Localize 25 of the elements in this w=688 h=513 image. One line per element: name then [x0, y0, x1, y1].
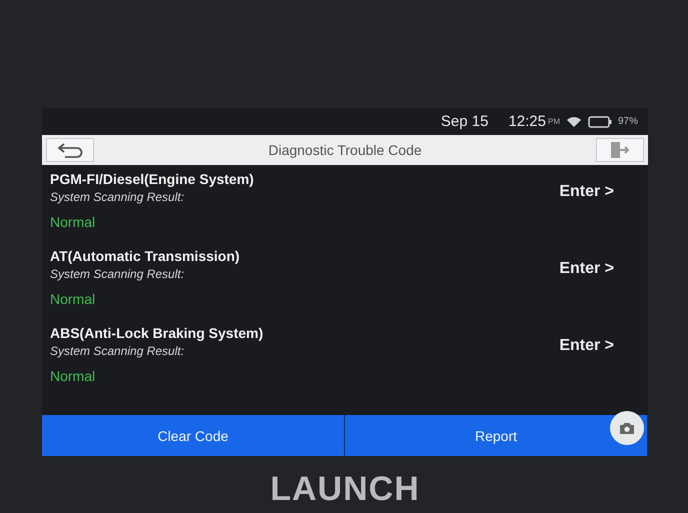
scan-result-label: System Scanning Result: — [50, 190, 186, 204]
status-time: 12:25 — [508, 113, 546, 130]
scan-result: Normal — [50, 368, 96, 384]
enter-button[interactable]: Enter > — [559, 260, 614, 278]
screen-title: Diagnostic Trouble Code — [268, 142, 422, 158]
exit-button[interactable] — [596, 138, 644, 162]
system-name: PGM-FI/Diesel(Engine System) — [50, 171, 254, 187]
scan-result: Normal — [50, 291, 96, 307]
scan-result-label: System Scanning Result: — [50, 267, 186, 281]
back-button[interactable] — [46, 138, 94, 162]
battery-icon — [588, 116, 612, 128]
status-meridiem: PM — [548, 117, 560, 126]
enter-button[interactable]: Enter > — [559, 337, 614, 355]
scan-result-label: System Scanning Result: — [50, 344, 186, 358]
camera-icon — [619, 422, 635, 434]
wifi-icon — [566, 116, 582, 128]
scan-result: Normal — [50, 214, 96, 230]
system-name: AT(Automatic Transmission) — [50, 248, 240, 264]
exit-icon — [610, 141, 630, 159]
enter-button[interactable]: Enter > — [559, 183, 614, 201]
device-brand-logo: LAUNCH — [270, 470, 420, 509]
battery-percent: 97% — [618, 116, 638, 127]
back-icon — [57, 142, 83, 158]
system-name: ABS(Anti-Lock Braking System) — [50, 325, 264, 341]
status-date: Sep 15 — [440, 113, 488, 130]
